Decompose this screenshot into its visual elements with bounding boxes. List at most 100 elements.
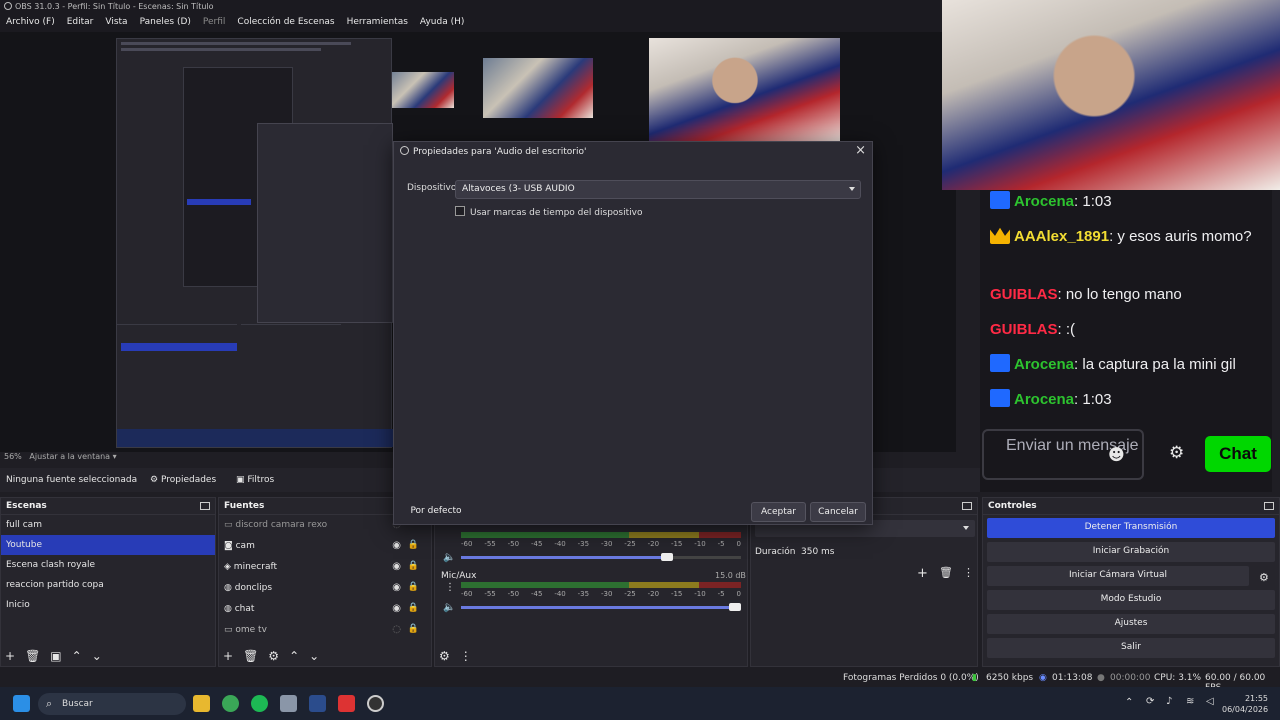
device-select[interactable]: Altavoces (3- USB AUDIO: [455, 180, 861, 199]
volume-slider-1[interactable]: [461, 553, 741, 561]
undock-icon[interactable]: [962, 502, 972, 510]
spotify-icon[interactable]: [251, 695, 268, 712]
controls-dock: Controles Detener Transmisión Iniciar Gr…: [982, 497, 1280, 667]
chat-message: Arocena: 1:03: [990, 190, 1260, 213]
virtual-camera-button[interactable]: Iniciar Cámara Virtual: [987, 566, 1249, 586]
speaker-icon[interactable]: 🔈: [443, 602, 455, 613]
dialog-title: Propiedades para 'Audio del escritorio': [413, 147, 587, 157]
chevron-up-icon[interactable]: ⌃: [289, 649, 299, 663]
close-icon[interactable]: ×: [855, 143, 866, 158]
folder-icon[interactable]: [193, 695, 210, 712]
checkbox-icon[interactable]: [455, 206, 465, 216]
trash-icon[interactable]: 🗑: [243, 649, 258, 663]
add-icon[interactable]: +: [917, 566, 928, 581]
add-icon[interactable]: +: [223, 649, 233, 663]
menu-herramientas[interactable]: Herramientas: [347, 17, 408, 29]
lock-icon[interactable]: 🔒: [408, 624, 419, 634]
windows-taskbar: ⌕ Buscar ⌃ ⟳ ♪ ≋ ◁ 21:55 06/04/2026: [0, 687, 1280, 720]
chevron-up-icon[interactable]: ⌃: [72, 649, 82, 663]
ok-button[interactable]: Aceptar: [751, 502, 806, 522]
cancel-button[interactable]: Cancelar: [810, 502, 866, 522]
sync-icon[interactable]: ⟳: [1146, 696, 1154, 707]
meter-ticks: -60 -55 -50 -45 -40 -35 -30 -25 -20 -15 -10 -5 0: [461, 540, 741, 548]
kebab-icon[interactable]: ⋮: [460, 649, 472, 663]
obs-taskbar-icon[interactable]: [367, 695, 384, 712]
chat-message: AAAlex_1891: y esos auris momo?: [990, 225, 1260, 248]
volume-slider-2[interactable]: [461, 603, 741, 611]
chat-send-button[interactable]: Chat: [1205, 436, 1271, 472]
eye-icon[interactable]: ◉: [392, 603, 401, 614]
lock-icon[interactable]: 🔒: [408, 561, 419, 571]
speaker-icon[interactable]: 🔈: [443, 552, 455, 563]
gear-icon[interactable]: ⚙: [1169, 443, 1184, 463]
lock-icon[interactable]: 🔒: [408, 540, 419, 550]
properties-button[interactable]: ⚙ Propiedades: [150, 475, 216, 485]
controls-title: Controles: [988, 501, 1037, 511]
source-item[interactable]: ◙ cam ◉ 🔒: [219, 536, 431, 557]
windows-start-icon[interactable]: [13, 695, 30, 712]
source-item[interactable]: ▭ ome tv ◌ 🔒: [219, 620, 431, 641]
kebab-icon[interactable]: ⋮: [445, 582, 455, 593]
volume-icon[interactable]: ◁: [1206, 696, 1214, 707]
gear-icon[interactable]: ⚙: [268, 649, 279, 663]
taskbar-search[interactable]: ⌕ Buscar: [38, 693, 186, 715]
start-recording-button[interactable]: Iniciar Grabación: [987, 542, 1275, 562]
undock-icon[interactable]: [1264, 502, 1274, 510]
menu-vista[interactable]: Vista: [105, 17, 127, 29]
emoji-icon[interactable]: ☻: [1108, 445, 1125, 464]
scene-item[interactable]: Escena clash royale: [1, 555, 215, 575]
device-timestamps-checkbox[interactable]: Usar marcas de tiempo del dispositivo: [455, 206, 642, 218]
kebab-icon[interactable]: ⋮: [963, 566, 974, 579]
exit-button[interactable]: Salir: [987, 638, 1275, 658]
eye-hidden-icon[interactable]: ◌: [392, 624, 401, 635]
menu-editar[interactable]: Editar: [67, 17, 94, 29]
badge-icon: [990, 191, 1010, 209]
chevron-up-icon[interactable]: ⌃: [1125, 697, 1133, 708]
defaults-button[interactable]: Por defecto: [400, 502, 472, 522]
menu-archivo[interactable]: Archivo (F): [6, 17, 55, 29]
chevron-down-icon[interactable]: ⌄: [92, 649, 102, 663]
eye-icon[interactable]: ◉: [392, 561, 401, 572]
app-icon[interactable]: [338, 695, 355, 712]
settings-app-icon[interactable]: [280, 695, 297, 712]
menu-paneles[interactable]: Paneles (D): [140, 17, 191, 29]
source-item[interactable]: ◍ chat ◉ 🔒: [219, 599, 431, 620]
source-item[interactable]: ◈ minecraft ◉ 🔒: [219, 557, 431, 578]
gear-icon[interactable]: ⚙: [1259, 571, 1269, 584]
trash-icon[interactable]: 🗑: [939, 566, 953, 579]
stream-icon: ◉: [1039, 673, 1047, 683]
menu-perfil[interactable]: Perfil: [203, 17, 226, 29]
source-item[interactable]: ◍ donclips ◉ 🔒: [219, 578, 431, 599]
audio-meter-1: [461, 532, 741, 538]
scenes-title: Escenas: [6, 501, 47, 511]
scene-item[interactable]: Inicio: [1, 595, 215, 615]
studio-mode-button[interactable]: Modo Estudio: [987, 590, 1275, 610]
scene-item-selected[interactable]: Youtube: [1, 535, 215, 555]
lock-icon[interactable]: 🔒: [408, 603, 419, 613]
steam-icon[interactable]: [309, 695, 326, 712]
eye-icon[interactable]: ◉: [392, 582, 401, 593]
chevron-down-icon[interactable]: ⌄: [309, 649, 319, 663]
undock-icon[interactable]: [200, 502, 210, 510]
scene-item[interactable]: reaccion partido copa: [1, 575, 215, 595]
filter-icon[interactable]: ▣: [50, 649, 61, 663]
eye-icon[interactable]: ◉: [392, 540, 401, 551]
scene-item[interactable]: full cam: [1, 515, 215, 535]
lock-icon[interactable]: 🔒: [408, 582, 419, 592]
add-icon[interactable]: +: [5, 649, 15, 663]
trash-icon[interactable]: 🗑: [25, 649, 40, 663]
fit-window-dropdown[interactable]: Ajustar a la ventana: [29, 452, 110, 461]
menu-ayuda[interactable]: Ayuda (H): [420, 17, 464, 29]
gear-icon[interactable]: ⚙: [439, 649, 450, 663]
settings-button[interactable]: Ajustes: [987, 614, 1275, 634]
stop-stream-button[interactable]: Detener Transmisión: [987, 518, 1275, 538]
clock[interactable]: 21:55 06/04/2026: [1222, 693, 1268, 715]
record-time: 00:00:00: [1110, 673, 1151, 683]
wifi-icon[interactable]: ≋: [1186, 696, 1194, 707]
chrome-icon[interactable]: [222, 695, 239, 712]
duration-input[interactable]: 350 ms: [801, 547, 835, 557]
crown-icon: [990, 227, 1010, 244]
mic-icon[interactable]: ♪: [1166, 696, 1172, 707]
filters-button[interactable]: ▣ Filtros: [236, 475, 274, 485]
menu-coleccion[interactable]: Colección de Escenas: [237, 17, 334, 29]
